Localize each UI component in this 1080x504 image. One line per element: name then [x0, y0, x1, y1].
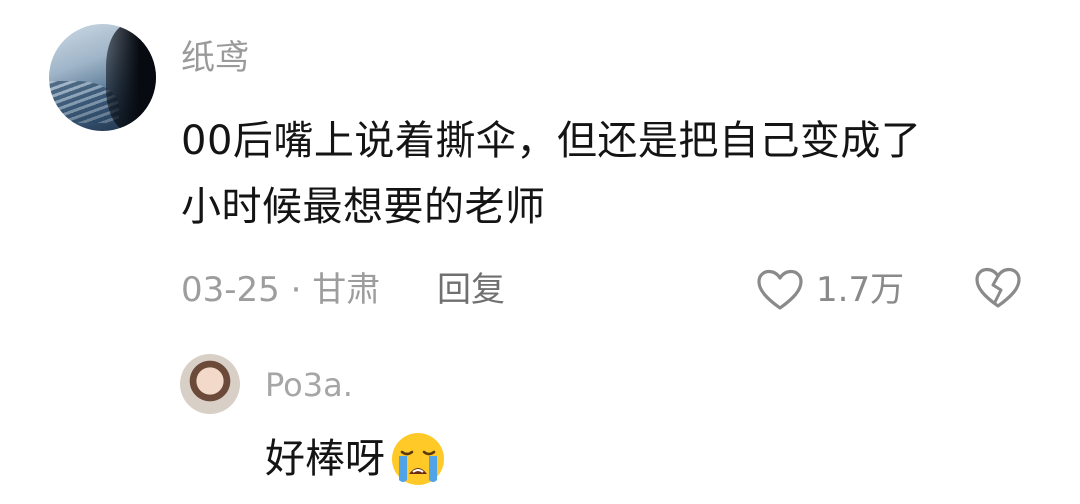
heart-outline-icon — [757, 269, 803, 310]
comment-date-location: 03-25 · 甘肃 — [181, 270, 381, 310]
like-button[interactable]: 1.7万 — [756, 266, 904, 314]
avatar-image-figure — [106, 24, 156, 131]
dislike-button[interactable] — [974, 266, 1022, 310]
comment-item: 纸鸢 00后嘴上说着撕伞，但还是把自己变成了 小时候最想要的老师 03-25 ·… — [0, 0, 1080, 330]
reply-text: 好棒呀 — [265, 430, 447, 488]
broken-heart-icon — [975, 267, 1021, 308]
reply-button[interactable]: 回复 — [437, 268, 505, 312]
comment-text: 00后嘴上说着撕伞，但还是把自己变成了 小时候最想要的老师 — [181, 108, 1041, 240]
reply-username[interactable]: Po3a. — [265, 364, 353, 406]
loudly-crying-face-icon — [389, 430, 447, 488]
reply-text-content: 好棒呀 — [265, 436, 385, 482]
comment-text-line-1: 00后嘴上说着撕伞，但还是把自己变成了 — [181, 118, 922, 164]
like-count: 1.7万 — [816, 270, 905, 310]
reply-avatar[interactable] — [180, 354, 240, 414]
reply-item: Po3a. 好棒呀 — [0, 340, 1080, 504]
comment-text-line-2: 小时候最想要的老师 — [181, 184, 546, 230]
comment-username[interactable]: 纸鸢 — [181, 36, 249, 80]
avatar[interactable] — [49, 24, 156, 131]
